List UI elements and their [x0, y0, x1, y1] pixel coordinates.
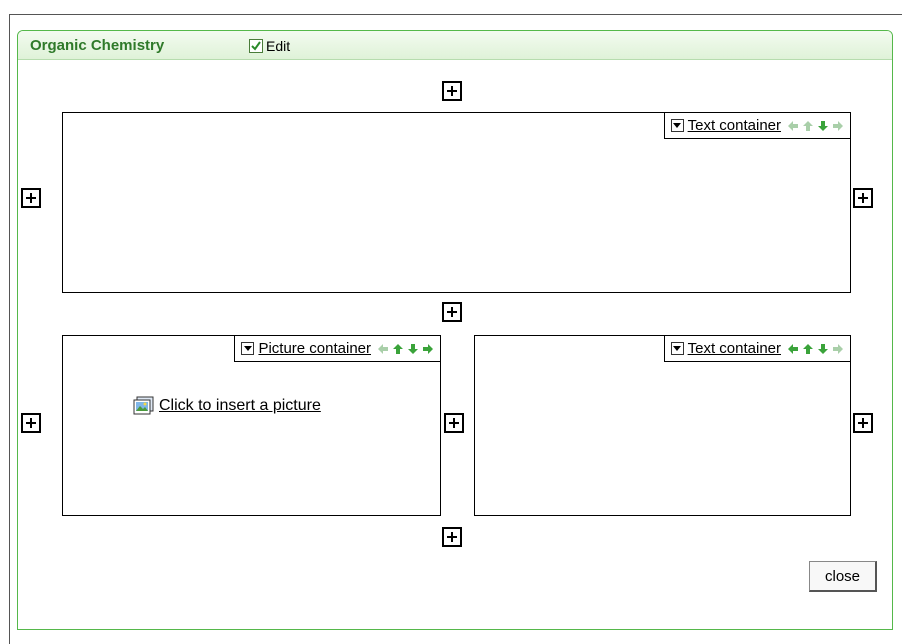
add-column-left-row1-button[interactable]	[21, 188, 41, 208]
container-toolbar: Text container	[663, 336, 850, 362]
edit-label: Edit	[266, 38, 291, 54]
add-row-top-button[interactable]	[442, 81, 462, 101]
container-title-link[interactable]: Picture container	[258, 340, 371, 357]
arrow-down-icon[interactable]	[817, 120, 829, 132]
add-column-middle-row2-button[interactable]	[444, 413, 464, 433]
arrow-up-icon[interactable]	[392, 343, 404, 355]
insert-picture-label: Click to insert a picture	[159, 397, 321, 414]
picture-icon	[133, 396, 154, 415]
arrow-left-icon[interactable]	[787, 343, 799, 355]
container-toolbar: Text container	[663, 113, 850, 139]
dropdown-icon[interactable]	[670, 119, 684, 132]
arrow-left-icon[interactable]	[377, 343, 389, 355]
add-row-middle-button[interactable]	[442, 302, 462, 322]
arrow-up-icon[interactable]	[802, 120, 814, 132]
container-title-link[interactable]: Text container	[688, 117, 781, 134]
add-column-right-row2-button[interactable]	[853, 413, 873, 433]
arrow-down-icon[interactable]	[817, 343, 829, 355]
insert-picture-link[interactable]: Click to insert a picture	[133, 396, 321, 416]
dropdown-icon[interactable]	[670, 342, 684, 355]
arrow-right-icon[interactable]	[832, 120, 844, 132]
add-row-bottom-button[interactable]	[442, 527, 462, 547]
editor-panel: Organic Chemistry Edit Text container Pi…	[17, 30, 893, 630]
panel-header: Organic Chemistry Edit	[18, 31, 892, 60]
close-button[interactable]: close	[809, 561, 877, 592]
arrow-down-icon[interactable]	[407, 343, 419, 355]
move-arrows	[377, 343, 434, 355]
picture-container[interactable]: Picture container Click to insert a pict…	[62, 335, 441, 516]
dropdown-icon[interactable]	[241, 342, 255, 355]
add-column-right-row1-button[interactable]	[853, 188, 873, 208]
panel-title: Organic Chemistry	[30, 37, 165, 54]
move-arrows	[787, 120, 844, 132]
container-toolbar: Picture container	[234, 336, 440, 362]
arrow-right-icon[interactable]	[832, 343, 844, 355]
text-container-2[interactable]: Text container	[474, 335, 851, 516]
arrow-right-icon[interactable]	[422, 343, 434, 355]
edit-toggle[interactable]: Edit	[249, 38, 290, 54]
edit-checkbox[interactable]	[249, 39, 263, 53]
add-column-left-row2-button[interactable]	[21, 413, 41, 433]
container-title-link[interactable]: Text container	[688, 340, 781, 357]
text-container-1[interactable]: Text container	[62, 112, 851, 293]
move-arrows	[787, 343, 844, 355]
arrow-up-icon[interactable]	[802, 343, 814, 355]
checkmark-icon	[251, 41, 261, 51]
arrow-left-icon[interactable]	[787, 120, 799, 132]
